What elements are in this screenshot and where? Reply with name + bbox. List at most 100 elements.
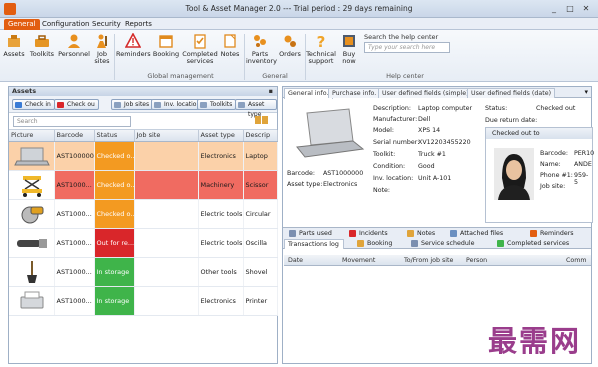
notes-label: Notes <box>220 50 240 58</box>
toolkits-button[interactable]: Toolkits <box>28 33 56 58</box>
tab-service-schedule[interactable]: Service schedule <box>409 239 475 248</box>
tab-incidents[interactable]: Incidents <box>347 229 388 238</box>
notes-icon <box>224 34 236 48</box>
barcode-label: Barcode: <box>287 170 315 177</box>
field-label-model: Model: <box>373 127 395 134</box>
asset-type-label: Asset type: <box>287 181 323 188</box>
technical-support-button[interactable]: ? Technical support <box>306 33 336 65</box>
status-cell: In storage <box>94 286 135 316</box>
pin-icon[interactable]: ▪ <box>269 87 273 96</box>
technical-support-label: Technical support <box>306 50 336 65</box>
tab-user-fields-date[interactable]: User defined fields (date) <box>467 88 556 98</box>
menu-configuration[interactable]: Configuration <box>38 19 93 30</box>
barcode-cell: AST100000... <box>54 141 95 171</box>
tab-attached-files[interactable]: Attached files <box>448 229 503 238</box>
job-sites-filter-button[interactable]: Job sites <box>111 99 154 110</box>
status-label: Status: <box>485 105 508 112</box>
asset-type-cell: Other tools <box>198 257 244 287</box>
menu-reports[interactable]: Reports <box>121 19 156 30</box>
person-name-label: Name: <box>540 161 561 168</box>
booking-tab-icon <box>357 240 364 247</box>
log-column-job-site[interactable]: To/From job site <box>404 257 453 264</box>
field-value-condition: Good <box>418 163 435 170</box>
tab-reminders-label: Reminders <box>540 230 574 237</box>
group-label-help: Help center <box>386 72 424 80</box>
menu-general[interactable]: General <box>4 19 40 30</box>
completed-services-button[interactable]: Completed services <box>182 33 218 65</box>
maximize-button[interactable]: □ <box>564 3 576 14</box>
barcode-cell: AST1000... <box>54 257 95 287</box>
assets-button[interactable]: Assets <box>3 33 25 58</box>
log-column-person[interactable]: Person <box>466 257 487 264</box>
parts-used-icon <box>289 230 296 237</box>
job-sites-filter-icon <box>114 102 121 108</box>
booking-button[interactable]: Booking <box>152 33 180 58</box>
help-search-input[interactable]: Type your search here <box>364 42 450 53</box>
table-row[interactable]: AST1000... Out for re... Electric tools … <box>9 228 278 258</box>
job-site-cell <box>134 170 199 200</box>
table-row[interactable]: AST1000... In storage Other tools Shovel <box>9 257 278 287</box>
tab-completed-services[interactable]: Completed services <box>495 239 569 248</box>
log-column-comment[interactable]: Comm <box>566 257 587 264</box>
minimize-button[interactable]: _ <box>548 3 560 14</box>
tab-purchase-info[interactable]: Purchase info. <box>328 88 381 98</box>
completed-services-tab-icon <box>497 240 504 247</box>
table-row[interactable]: AST1000... Checked o... Machinery Scisso… <box>9 170 278 200</box>
asset-type-cell: Machinery <box>198 170 244 200</box>
column-header-asset-type[interactable]: Asset type <box>198 130 244 142</box>
field-label-toolkit: Toolkit: <box>373 151 396 158</box>
column-header-job-site[interactable]: Job site <box>134 130 199 142</box>
tab-parts-used[interactable]: Parts used <box>287 229 332 238</box>
tabs-dropdown-icon[interactable]: ▾ <box>584 88 588 96</box>
person-barcode-value: PER10 <box>574 150 595 157</box>
close-button[interactable]: ✕ <box>580 3 592 14</box>
personnel-button[interactable]: Personnel <box>58 33 90 58</box>
notes-tab-icon <box>407 230 414 237</box>
column-header-description[interactable]: Descrip <box>243 130 278 142</box>
tab-transactions-log[interactable]: Transactions log <box>284 239 344 249</box>
toolkits-filter-button[interactable]: Toolkits <box>197 99 237 110</box>
table-row[interactable]: AST1000... Checked o... Electric tools C… <box>9 199 278 229</box>
job-sites-button[interactable]: Job sites <box>92 33 112 65</box>
log-column-date[interactable]: Date <box>288 257 303 264</box>
check-out-button[interactable]: Check ou <box>54 99 99 110</box>
job-site-cell <box>134 286 199 316</box>
asset-photo <box>293 105 365 163</box>
person-phone-label: Phone #1: <box>540 172 573 179</box>
asset-search-input[interactable]: Search <box>13 116 131 127</box>
table-row[interactable]: AST1000... In storage Electronics Printe… <box>9 286 278 316</box>
menu-security[interactable]: Security <box>88 19 125 30</box>
table-row[interactable]: AST100000... Checked o... Electronics La… <box>9 141 278 171</box>
assets-table: Picture Barcode Status Job site Asset ty… <box>9 130 278 316</box>
watermark: 最需网 <box>488 324 582 358</box>
tab-general-info[interactable]: General info. <box>284 88 333 99</box>
parts-inventory-button[interactable]: Parts inventory <box>246 33 277 65</box>
scissor-lift-icon <box>13 173 51 197</box>
personnel-icon <box>68 34 80 48</box>
buy-now-label: Buy now <box>342 50 356 65</box>
check-out-label: Check ou <box>67 101 95 108</box>
log-column-movement[interactable]: Movement <box>342 257 375 264</box>
check-in-button[interactable]: Check in <box>12 99 55 110</box>
column-header-status[interactable]: Status <box>94 130 135 142</box>
field-value-model: XPS 14 <box>418 127 441 134</box>
toolkits-label: Toolkits <box>29 50 55 58</box>
field-label-serial: Serial number: <box>373 139 420 146</box>
column-header-picture[interactable]: Picture <box>9 130 55 142</box>
checked-out-to-title: Checked out to <box>486 128 592 139</box>
notes-button[interactable]: Notes <box>219 33 241 58</box>
tab-user-fields-simple[interactable]: User defined fields (simple) <box>378 88 473 98</box>
buy-now-icon <box>343 35 355 47</box>
status-cell: Checked o... <box>94 199 135 229</box>
tab-reminders[interactable]: Reminders <box>528 229 574 238</box>
orders-button[interactable]: Orders <box>277 33 303 58</box>
column-header-barcode[interactable]: Barcode <box>54 130 95 142</box>
buy-now-button[interactable]: Buy now <box>338 33 360 65</box>
tab-notes[interactable]: Notes <box>405 229 435 238</box>
tab-booking[interactable]: Booking <box>355 239 392 248</box>
assets-label: Assets <box>3 50 25 58</box>
asset-type-filter-button[interactable]: Asset type <box>235 99 277 118</box>
view-toggle-icon[interactable] <box>255 116 271 125</box>
field-value-description: Laptop computer <box>418 105 473 112</box>
reminders-button[interactable]: Reminders <box>116 33 151 58</box>
